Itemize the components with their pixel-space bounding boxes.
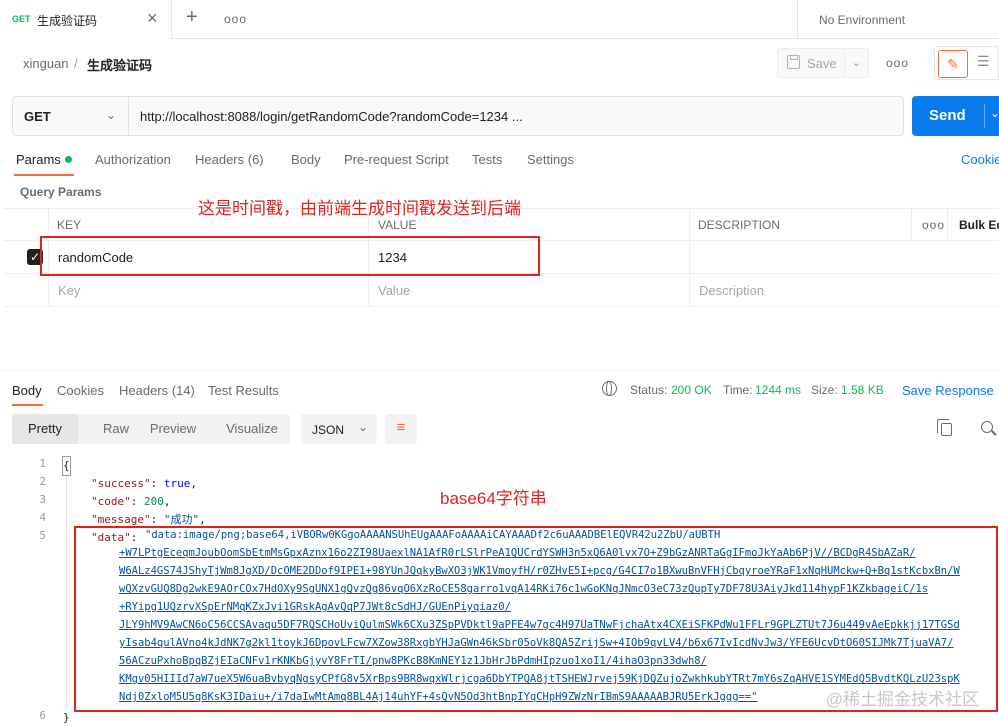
page-title[interactable]: 生成验证码 (87, 55, 152, 74)
url-input[interactable]: http://localhost:8088/login/getRandomCod… (140, 109, 523, 124)
line-number: 2 (39, 475, 46, 488)
more-icon[interactable]: ooo (224, 12, 247, 26)
annotation-box-params (40, 236, 540, 276)
query-params-title: Query Params (20, 185, 102, 199)
line-number: 6 (39, 709, 46, 722)
active-tab-indicator (14, 174, 74, 176)
save-response-button[interactable]: Save Response (902, 383, 994, 398)
active-tab-indicator (12, 404, 43, 406)
json-key: "success" (91, 477, 151, 490)
close-icon[interactable]: × (147, 9, 158, 27)
line-number: 3 (39, 493, 46, 506)
chevron-down-icon[interactable]: ⌄ (845, 48, 869, 78)
format-preview[interactable]: Preview (144, 414, 202, 444)
method-label: GET (24, 109, 51, 124)
chevron-down-icon[interactable]: ⌄ (990, 106, 999, 120)
edit-icon[interactable]: ✎ (938, 50, 968, 78)
more-icon[interactable]: ooo (922, 218, 945, 232)
chevron-down-icon: ⌄ (358, 420, 369, 434)
breadcrumb-separator: / (74, 56, 78, 71)
time-value: 1244 ms (755, 383, 802, 397)
status-value: 200 OK (671, 383, 712, 397)
tab-title: 生成验证码 (37, 14, 98, 28)
format-raw[interactable]: Raw (90, 414, 142, 444)
json-line-success: "success": true, (91, 477, 197, 490)
time-label: Time: (723, 383, 753, 397)
format-pretty[interactable]: Pretty (12, 414, 78, 444)
tab-headers[interactable]: Headers (6) (195, 152, 264, 167)
size-value: 1.58 KB (841, 383, 884, 397)
json-open-brace: { (62, 456, 71, 476)
value-input[interactable]: Value (378, 283, 410, 298)
response-tab-headers[interactable]: Headers (14) (119, 383, 195, 398)
chevron-down-icon: ⌄ (106, 108, 117, 122)
wrap-lines-icon[interactable]: ≡ (385, 414, 417, 444)
save-label: Save (807, 56, 837, 71)
params-active-dot (64, 156, 72, 163)
send-divider (984, 104, 985, 128)
status-label: Status: (630, 383, 668, 397)
method-select[interactable]: GET ⌄ (13, 97, 129, 135)
request-bar: GET ⌄ http://localhost:8088/login/getRan… (12, 96, 904, 136)
language-label: JSON (312, 423, 345, 437)
environment-selector[interactable]: No Environment (797, 0, 999, 39)
response-tab-test-results[interactable]: Test Results (208, 383, 279, 398)
tab-method-badge: GET (12, 14, 31, 24)
annotation-timestamp: 这是时间戳，由前端生成时间戳发送到后端 (198, 199, 521, 218)
tab-tests[interactable]: Tests (472, 152, 502, 167)
watermark: @稀土掘金技术社区 (825, 690, 979, 709)
environment-label: No Environment (819, 13, 906, 27)
description-input[interactable]: Description (699, 283, 764, 298)
tab-params-label: Params (16, 152, 61, 167)
tab-body[interactable]: Body (291, 152, 321, 167)
tab-settings[interactable]: Settings (527, 152, 574, 167)
size-label: Size: (811, 383, 838, 397)
format-tabs: Pretty Raw Preview Visualize (12, 414, 290, 444)
line-number: 1 (39, 457, 46, 470)
line-number: 4 (39, 511, 46, 524)
key-input[interactable]: Key (58, 283, 80, 298)
json-value: "成功" (163, 513, 200, 526)
send-button[interactable]: Send ⌄ (912, 96, 999, 136)
column-description: DESCRIPTION (698, 218, 781, 232)
column-divider (911, 208, 912, 241)
cookies-link[interactable]: Cookie (961, 152, 999, 167)
indent-guide (66, 474, 67, 710)
request-tab[interactable]: GET 生成验证码 × (0, 0, 172, 39)
response-tab-cookies[interactable]: Cookies (57, 383, 104, 398)
line-number: 5 (39, 529, 46, 542)
send-label: Send (929, 107, 966, 124)
language-select[interactable]: JSON ⌄ (301, 414, 377, 444)
tab-pre-request-script[interactable]: Pre-request Script (344, 152, 449, 167)
json-key: "code" (91, 495, 131, 508)
annotation-base64: base64字符串 (440, 489, 547, 508)
search-icon[interactable] (981, 421, 993, 433)
tab-authorization[interactable]: Authorization (95, 152, 171, 167)
response-tab-body[interactable]: Body (12, 383, 42, 398)
column-key: KEY (57, 218, 82, 232)
column-value: VALUE (378, 218, 417, 232)
save-icon (787, 55, 800, 69)
json-value: true (163, 477, 191, 490)
json-close-brace: } (63, 711, 70, 724)
side-panel-toggle: ✎ ☰ (934, 46, 999, 80)
table-row-empty: Key Value Description (4, 274, 999, 307)
more-icon[interactable]: ooo (886, 56, 909, 70)
add-tab-icon[interactable]: + (186, 7, 198, 27)
comment-icon[interactable]: ☰ (977, 53, 990, 70)
copy-icon[interactable] (937, 419, 952, 436)
json-value: 200 (144, 495, 164, 508)
breadcrumb-workspace[interactable]: xinguan (23, 56, 69, 71)
json-key: "message" (91, 513, 151, 526)
globe-icon[interactable] (602, 380, 617, 396)
json-line-code: "code": 200, (91, 495, 171, 508)
format-visualize[interactable]: Visualize (218, 414, 286, 444)
tab-bar: GET 生成验证码 × + ooo No Environment (0, 0, 999, 39)
save-button[interactable]: Save (777, 48, 845, 78)
bulk-edit-link[interactable]: Bulk Ed (959, 218, 999, 232)
column-divider (947, 208, 948, 241)
tab-params[interactable]: Params (16, 152, 72, 167)
